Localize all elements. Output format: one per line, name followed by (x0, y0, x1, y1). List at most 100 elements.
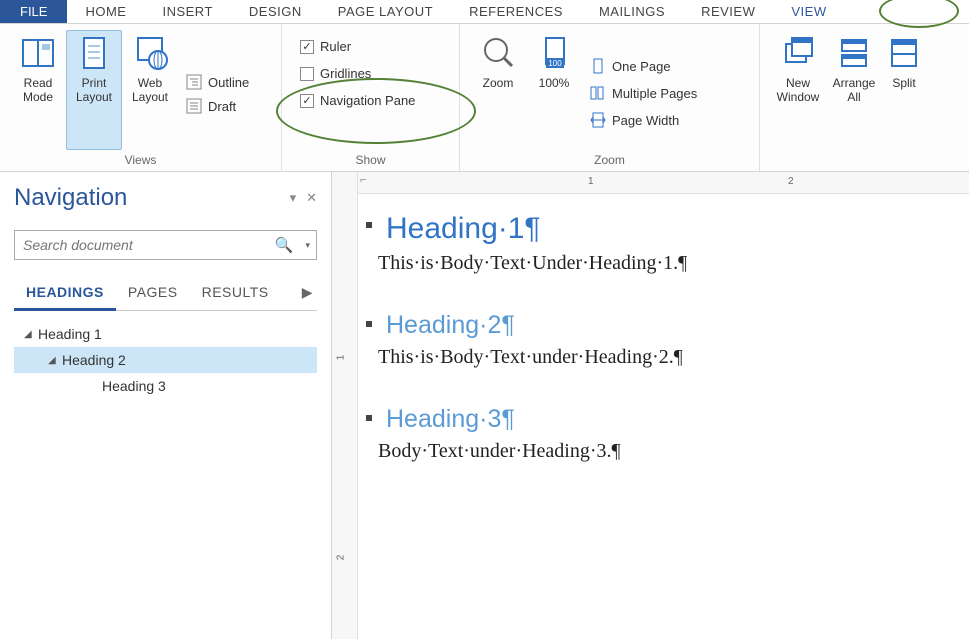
vruler-mark-1: 1 (335, 355, 346, 361)
search-dropdown-icon[interactable]: ▾ (299, 240, 316, 251)
split-label: Split (892, 76, 915, 90)
navtab-pages[interactable]: PAGES (116, 278, 190, 310)
arrange-all-button[interactable]: Arrange All (826, 30, 882, 150)
format-mark-icon (366, 222, 372, 228)
doc-heading-2: Heading·2¶ (386, 311, 949, 340)
format-mark-icon (366, 321, 372, 327)
hruler-mark-2: 2 (788, 176, 794, 187)
ribbon-tabs: FILE HOME INSERT DESIGN PAGE LAYOUT REFE… (0, 0, 969, 24)
navigation-pane-checkbox[interactable]: ✓ Navigation Pane (298, 92, 443, 109)
file-tab[interactable]: FILE (0, 0, 67, 23)
tab-insert[interactable]: INSERT (144, 0, 230, 23)
group-show: ✓ Ruler Gridlines ✓ Navigation Pane Show (282, 24, 460, 171)
draft-label: Draft (208, 99, 236, 114)
doc-para-2: This·is·Body·Text·under·Heading·2.¶ (378, 346, 949, 369)
page-width-button[interactable]: Page Width (588, 111, 699, 129)
collapse-icon: ◢ (48, 355, 58, 366)
read-mode-label: Read Mode (12, 76, 64, 105)
search-input[interactable] (15, 237, 269, 253)
tab-home[interactable]: HOME (67, 0, 144, 23)
multiple-pages-icon (590, 85, 606, 101)
tree-heading-3-label: Heading 3 (102, 378, 166, 394)
group-zoom: Zoom 100 100% One Page Multiple Pages Pa… (460, 24, 760, 171)
ribbon: Read Mode Print Layout Web Layout Outlin… (0, 24, 969, 172)
headings-tree: ◢ Heading 1 ◢ Heading 2 Heading 3 (14, 321, 317, 399)
page-width-label: Page Width (612, 113, 679, 128)
tab-review[interactable]: REVIEW (683, 0, 773, 23)
navigation-title: Navigation (14, 184, 127, 212)
horizontal-ruler[interactable]: ⌐ 1 2 (358, 172, 969, 194)
ruler-label: Ruler (320, 39, 351, 54)
ruler-checkbox[interactable]: ✓ Ruler (298, 38, 443, 55)
outline-label: Outline (208, 75, 249, 90)
vruler-mark-2: 2 (335, 555, 346, 561)
outline-icon (186, 74, 202, 90)
read-mode-button[interactable]: Read Mode (10, 30, 66, 150)
search-icon[interactable]: 🔍 (269, 236, 300, 254)
page-100-icon: 100 (536, 34, 572, 72)
window-group-label (770, 150, 959, 171)
web-layout-label: Web Layout (124, 76, 176, 105)
tab-page-layout[interactable]: PAGE LAYOUT (320, 0, 451, 23)
zoom-label: Zoom (483, 76, 514, 90)
collapse-icon: ◢ (24, 329, 34, 340)
gridlines-label: Gridlines (320, 66, 371, 81)
tree-heading-2-label: Heading 2 (62, 352, 126, 368)
document-body[interactable]: Heading·1¶ This·is·Body·Text·Under·Headi… (358, 194, 969, 481)
format-mark-icon (366, 415, 372, 421)
one-page-button[interactable]: One Page (588, 57, 699, 75)
doc-para-1: This·is·Body·Text·Under·Heading·1.¶ (378, 252, 949, 275)
navpane-dropdown-icon[interactable]: ▾ (290, 190, 297, 206)
tab-design[interactable]: DESIGN (231, 0, 320, 23)
zoom-button[interactable]: Zoom (470, 30, 526, 150)
globe-icon (132, 34, 168, 72)
document-area: 1 2 ⌐ 1 2 Heading·1¶ This·is·Body·Text·U… (332, 172, 969, 639)
vertical-ruler[interactable]: 1 2 (332, 172, 358, 639)
views-group-label: Views (10, 150, 271, 171)
checkbox-icon (300, 67, 314, 81)
group-views: Read Mode Print Layout Web Layout Outlin… (0, 24, 282, 171)
tab-mailings[interactable]: MAILINGS (581, 0, 683, 23)
svg-text:100: 100 (548, 59, 562, 68)
split-icon (886, 34, 922, 72)
tab-references[interactable]: REFERENCES (451, 0, 581, 23)
tree-heading-3[interactable]: Heading 3 (14, 373, 317, 399)
checkbox-icon: ✓ (300, 94, 314, 108)
hundred-percent-button[interactable]: 100 100% (526, 30, 582, 150)
multiple-pages-button[interactable]: Multiple Pages (588, 84, 699, 102)
draft-icon (186, 98, 202, 114)
show-group-label: Show (292, 150, 449, 171)
tree-heading-2[interactable]: ◢ Heading 2 (14, 347, 317, 373)
navpane-close-icon[interactable]: ✕ (306, 190, 317, 206)
split-button[interactable]: Split (882, 30, 926, 150)
web-layout-button[interactable]: Web Layout (122, 30, 178, 150)
arrange-all-icon (836, 34, 872, 72)
gridlines-checkbox[interactable]: Gridlines (298, 65, 443, 82)
checkbox-icon: ✓ (300, 40, 314, 54)
hundred-label: 100% (539, 76, 570, 90)
one-page-icon (590, 58, 606, 74)
doc-heading-1: Heading·1¶ (386, 212, 949, 246)
outline-button[interactable]: Outline (184, 73, 251, 91)
navtab-results[interactable]: RESULTS (190, 278, 281, 310)
doc-para-3: Body·Text·under·Heading·3.¶ (378, 440, 949, 463)
group-window: New Window Arrange All Split (760, 24, 969, 171)
doc-heading-3: Heading·3¶ (386, 405, 949, 434)
multiple-pages-label: Multiple Pages (612, 86, 697, 101)
tree-heading-1[interactable]: ◢ Heading 1 (14, 321, 317, 347)
page-icon (76, 34, 112, 72)
draft-button[interactable]: Draft (184, 97, 251, 115)
new-window-button[interactable]: New Window (770, 30, 826, 150)
navtab-headings[interactable]: HEADINGS (14, 278, 116, 311)
print-layout-button[interactable]: Print Layout (66, 30, 122, 150)
one-page-label: One Page (612, 59, 671, 74)
navpane-tabs: HEADINGS PAGES RESULTS ▶ (14, 278, 317, 311)
tab-view[interactable]: VIEW (773, 0, 844, 23)
navtab-scroll-right-icon[interactable]: ▶ (298, 278, 317, 310)
tree-heading-1-label: Heading 1 (38, 326, 102, 342)
content-area: Navigation ▾ ✕ 🔍 ▾ HEADINGS PAGES RESULT… (0, 172, 969, 639)
arrange-all-label: Arrange All (828, 76, 880, 105)
new-window-icon (780, 34, 816, 72)
search-box[interactable]: 🔍 ▾ (14, 230, 317, 260)
ruler-corner-icon: ⌐ (360, 174, 366, 186)
